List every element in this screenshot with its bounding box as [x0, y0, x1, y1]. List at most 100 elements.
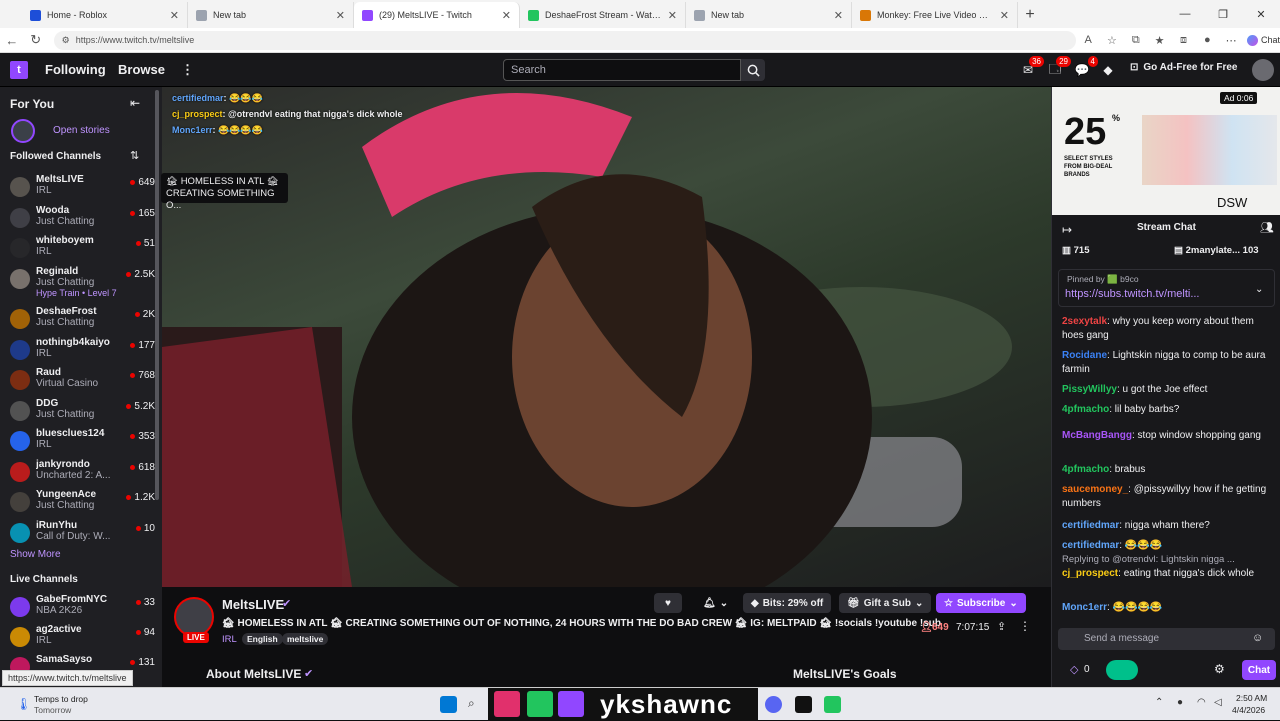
weather-icon[interactable]: 🌡︎ [16, 697, 31, 711]
browser-tab[interactable]: DeshaeFrost Stream - Watch Live ✕ [520, 2, 686, 28]
nav-following[interactable]: Following [45, 62, 106, 77]
collapse-sidebar-icon[interactable]: ⇤ [130, 96, 140, 110]
sidebar-channel-reginald[interactable]: Reginald Just Chatting Hype Train • Level … [10, 266, 155, 298]
chat-username[interactable]: 4pfmacho [1062, 404, 1109, 415]
sidebar-channel-bluesclues124[interactable]: bluesclues124 IRL 353 [10, 428, 155, 458]
app-icon[interactable] [824, 696, 841, 713]
wifi-icon[interactable]: ◠ [1197, 697, 1206, 708]
copilot-chat-button[interactable]: Chat [1247, 34, 1280, 46]
notify-button[interactable]: 🔔︎ ⌄ [695, 593, 736, 613]
open-stories-link[interactable]: Open stories [53, 125, 110, 136]
more-vertical-icon[interactable]: ⋮ [1019, 619, 1031, 633]
chat-message[interactable]: Rocidane: Lightskin nigga to comp to be … [1062, 349, 1272, 377]
chat-username[interactable]: PissyWillyy [1062, 384, 1117, 395]
refresh-icon[interactable]: ↻ [24, 32, 48, 48]
nav-browse[interactable]: Browse [118, 62, 165, 77]
chat-message[interactable]: saucemoney_: @pissywillyy how if he gett… [1062, 483, 1272, 511]
back-icon[interactable]: ← [0, 33, 24, 48]
emoji-icon[interactable]: ☺ [1252, 632, 1263, 644]
discord-icon[interactable] [765, 696, 782, 713]
ad-banner[interactable]: 25 % SELECT STYLES FROM BIG-DEAL BRANDS … [1052, 87, 1280, 215]
chat-username[interactable]: Monc1err [1062, 602, 1107, 613]
chat-username[interactable]: McBangBangg [1062, 430, 1132, 441]
favorites-bar-icon[interactable]: ★ [1148, 34, 1172, 47]
site-info-icon[interactable]: ⚙ [62, 35, 70, 46]
sidebar-channel-ag2active[interactable]: ag2active IRL 94 [10, 624, 155, 654]
go-ad-free-button[interactable]: ⊡ Go Ad-Free for Free [1130, 62, 1237, 73]
chat-message[interactable]: McBangBangg: stop window shopping gang [1062, 429, 1272, 443]
tag-english[interactable]: English [242, 633, 283, 645]
browser-tab[interactable]: (29) MeltsLIVE - Twitch ✕ [354, 2, 520, 28]
chat-username[interactable]: 2sexytalk [1062, 316, 1107, 327]
tab-close-icon[interactable]: ✕ [1000, 9, 1009, 22]
chat-message[interactable]: 4pfmacho: brabus [1062, 463, 1272, 477]
chat-username[interactable]: certifiedmar [1062, 520, 1119, 531]
pinned-link[interactable]: https://subs.twitch.tv/melti... [1065, 288, 1200, 300]
clock-date[interactable]: 4/4/2026 [1232, 705, 1265, 715]
follow-button[interactable]: ♥ [654, 593, 682, 613]
subscribe-button[interactable]: ☆ Subscribe ⌄ [936, 593, 1026, 613]
collections-icon[interactable]: ⧈ [1172, 34, 1196, 47]
sidebar-channel-gabefromnyc[interactable]: GabeFromNYC NBA 2K26 33 [10, 594, 155, 624]
sidebar-channel-ddg[interactable]: DDG Just Chatting 5.2K [10, 398, 155, 428]
video-player[interactable]: certifiedmar: 😂😂😂 cj_prospect: @otrendvl … [162, 87, 1051, 587]
sidebar-channel-raud[interactable]: Raud Virtual Casino 768 [10, 367, 155, 397]
twitch-logo-icon[interactable]: t [10, 61, 28, 79]
users-icon[interactable]: 👥︎ [1260, 221, 1274, 234]
start-icon[interactable] [440, 696, 457, 713]
leaderboard-right[interactable]: ▤ 2manylate... 103 [1174, 245, 1259, 256]
profile-icon[interactable]: ● [1195, 34, 1219, 46]
browser-tab[interactable]: Home - Roblox ✕ [22, 2, 188, 28]
sidebar-channel-jankyrondo[interactable]: jankyrondo Uncharted 2: A... 618 [10, 459, 155, 489]
channel-points-icon[interactable]: ◇ [1070, 663, 1078, 676]
extensions-icon[interactable]: ⧉ [1124, 34, 1148, 47]
chat-username[interactable]: saucemoney_ [1062, 484, 1128, 495]
chat-message[interactable]: PissyWillyy: u got the Joe effect [1062, 383, 1272, 397]
sidebar-scrollbar[interactable] [155, 90, 159, 500]
bonus-claim-button[interactable] [1106, 660, 1138, 680]
minimize-icon[interactable]: — [1166, 0, 1204, 28]
tag-meltslive[interactable]: meltslive [282, 633, 329, 645]
share-icon[interactable]: ⇪ [997, 620, 1006, 633]
sidebar-channel-wooda[interactable]: Wooda Just Chatting 165 [10, 205, 155, 235]
sidebar-channel-whiteboyem[interactable]: whiteboyem IRL 51 [10, 235, 155, 265]
whispers-icon[interactable]: 💬 4 [1073, 56, 1098, 79]
tab-close-icon[interactable]: ✕ [336, 9, 345, 22]
tiktok-icon[interactable] [795, 696, 812, 713]
channel-avatar[interactable] [174, 597, 214, 637]
taskbar-search-icon[interactable]: ⌕ [468, 696, 485, 713]
sidebar-channel-yungeenace[interactable]: YungeenAce Just Chatting 1.2K [10, 489, 155, 519]
browser-tab[interactable]: New tab ✕ [188, 2, 354, 28]
sort-icon[interactable]: ⇅ [130, 149, 139, 162]
more-icon[interactable]: ⋯ [1219, 34, 1243, 47]
chat-username[interactable]: certifiedmar [1062, 540, 1119, 551]
chat-send-button[interactable]: Chat [1242, 660, 1276, 680]
browser-tab[interactable]: New tab ✕ [686, 2, 852, 28]
new-tab-button[interactable]: + [1018, 2, 1042, 28]
search-input[interactable]: Search [503, 59, 741, 81]
more-vertical-icon[interactable]: ⋮ [181, 62, 194, 78]
volume-icon[interactable]: ◁ [1214, 697, 1222, 708]
chat-message[interactable]: 2sexytalk: why you keep worry about them… [1062, 315, 1272, 343]
chat-username[interactable]: Rocidane [1062, 350, 1107, 361]
favorite-icon[interactable]: ☆ [1100, 34, 1124, 47]
stream-category[interactable]: IRL [222, 634, 237, 645]
user-avatar[interactable] [1252, 59, 1274, 81]
chat-message[interactable]: Monc1err: 😂😂😂😂 [1062, 601, 1272, 615]
leaderboard-left[interactable]: ▥ 715 [1062, 245, 1089, 256]
chat-message[interactable]: 4pfmacho: lil baby barbs? [1062, 403, 1272, 417]
tab-close-icon[interactable]: ✕ [668, 9, 677, 22]
sidebar-channel-meltslive[interactable]: MeltsLIVE IRL 649 [10, 174, 155, 204]
sidebar-channel-nothingb4kaiyo[interactable]: nothingb4kaiyo IRL 177 [10, 337, 155, 367]
tab-close-icon[interactable]: ✕ [170, 9, 179, 22]
inbox-icon[interactable]: ✉ 36 [1019, 56, 1044, 79]
settings-icon[interactable]: ⚙ [1214, 662, 1225, 676]
crown-icon[interactable]: ◆ [1099, 61, 1117, 79]
search-button[interactable] [741, 59, 765, 81]
chat-username[interactable]: 4pfmacho [1062, 464, 1109, 475]
gift-sub-button[interactable]: 🎁︎ Gift a Sub ⌄ [839, 593, 932, 613]
sidebar-channel-irunyhu[interactable]: iRunYhu Call of Duty: W... 10 [10, 520, 155, 550]
bits-button[interactable]: ◆ Bits: 29% off [743, 593, 832, 613]
browser-tab[interactable]: Monkey: Free Live Video Chat ✕ [852, 2, 1018, 28]
chat-reply-context[interactable]: Replying to @otrendvl: Lightskin nigga .… [1062, 553, 1272, 567]
